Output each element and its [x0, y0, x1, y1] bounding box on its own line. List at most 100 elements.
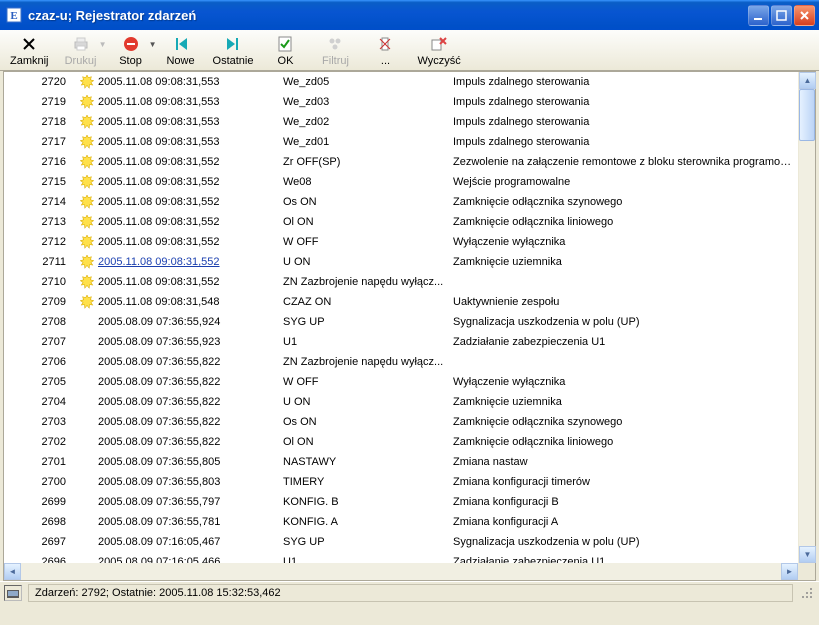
table-row[interactable]: 27112005.11.08 09:08:31,552U ONZamknięci… [4, 252, 798, 272]
table-row[interactable]: 27202005.11.08 09:08:31,553We_zd05Impuls… [4, 72, 798, 92]
table-row[interactable]: 27172005.11.08 09:08:31,553We_zd01Impuls… [4, 132, 798, 152]
new-event-star-icon [78, 474, 96, 490]
table-row[interactable]: 26982005.08.09 07:36:55,781KONFIG. AZmia… [4, 512, 798, 532]
cell-nr: 2717 [4, 136, 74, 148]
cell-comment: Uaktywnienie zespołu [449, 296, 798, 308]
cell-nr: 2705 [4, 376, 74, 388]
scrollbar-corner [798, 563, 815, 580]
table-row[interactable]: 27072005.08.09 07:36:55,923U1Zadziałanie… [4, 332, 798, 352]
cell-comment: Zamknięcie uziemnika [449, 256, 798, 268]
cell-comment: Zamknięcie odłącznika szynowego [449, 196, 798, 208]
filter-icon [325, 34, 345, 54]
cell-name: We_zd01 [279, 136, 449, 148]
table-row[interactable]: 27122005.11.08 09:08:31,552W OFFWyłączen… [4, 232, 798, 252]
cell-date: 2005.08.09 07:36:55,822 [74, 394, 279, 410]
cell-comment: Impuls zdalnego sterowania [449, 76, 798, 88]
cell-date: 2005.11.08 09:08:31,552 [74, 154, 279, 170]
toolbar-new[interactable]: Nowe [157, 32, 205, 69]
cell-date: 2005.11.08 09:08:31,553 [74, 74, 279, 90]
cell-date: 2005.08.09 07:36:55,924 [74, 314, 279, 330]
table-row[interactable]: 27062005.08.09 07:36:55,822ZN Zazbrojeni… [4, 352, 798, 372]
cell-name: SYG UP [279, 536, 449, 548]
table-row[interactable]: 27082005.08.09 07:36:55,924SYG UPSygnali… [4, 312, 798, 332]
maximize-button[interactable] [771, 5, 792, 26]
cell-date: 2005.11.08 09:08:31,548 [74, 294, 279, 310]
cell-date: 2005.11.08 09:08:31,553 [74, 134, 279, 150]
first-arrow-icon [171, 34, 191, 54]
scroll-left-arrow-icon[interactable]: ◄ [4, 563, 21, 580]
close-button[interactable] [794, 5, 815, 26]
cell-date: 2005.11.08 09:08:31,552 [74, 234, 279, 250]
new-event-star-icon [78, 74, 96, 90]
cell-date: 2005.11.08 09:08:31,552 [74, 194, 279, 210]
cell-nr: 2701 [4, 456, 74, 468]
table-row[interactable]: 26992005.08.09 07:36:55,797KONFIG. BZmia… [4, 492, 798, 512]
scroll-down-arrow-icon[interactable]: ▼ [799, 546, 816, 563]
table-row[interactable]: 27182005.11.08 09:08:31,553We_zd02Impuls… [4, 112, 798, 132]
new-event-star-icon [78, 334, 96, 350]
cell-comment: Zamknięcie odłącznika liniowego [449, 216, 798, 228]
table-row[interactable]: 27192005.11.08 09:08:31,553We_zd03Impuls… [4, 92, 798, 112]
grid-body[interactable]: 27202005.11.08 09:08:31,553We_zd05Impuls… [4, 72, 798, 563]
cell-name: W OFF [279, 236, 449, 248]
toolbar-stop[interactable]: Stop ▼ [107, 32, 155, 69]
cell-name: TIMERY [279, 476, 449, 488]
printer-icon [71, 34, 91, 54]
cell-comment: Zamknięcie odłącznika szynowego [449, 416, 798, 428]
cell-nr: 2710 [4, 276, 74, 288]
toolbar-last[interactable]: Ostatnie [207, 32, 260, 69]
scroll-track[interactable] [799, 89, 815, 546]
new-event-star-icon [78, 234, 96, 250]
horizontal-scrollbar[interactable]: ◄ ► [4, 563, 798, 580]
toolbar-print[interactable]: Drukuj ▼ [57, 32, 105, 69]
table-row[interactable]: 27152005.11.08 09:08:31,552We08Wejście p… [4, 172, 798, 192]
table-row[interactable]: 27052005.08.09 07:36:55,822W OFFWyłączen… [4, 372, 798, 392]
window-title: czaz-u; Rejestrator zdarzeń [28, 8, 748, 23]
cell-nr: 2718 [4, 116, 74, 128]
cell-name: KONFIG. B [279, 496, 449, 508]
cell-name: Zr OFF(SP) [279, 156, 449, 168]
toolbar-ok[interactable]: OK [261, 32, 309, 69]
check-sheet-icon [275, 34, 295, 54]
table-row[interactable]: 26972005.08.09 07:16:05,467SYG UPSygnali… [4, 532, 798, 552]
toolbar-more[interactable]: ... [361, 32, 409, 69]
toolbar-clear[interactable]: Wyczyść [411, 32, 466, 69]
cell-comment: Wyłączenie wyłącznika [449, 376, 798, 388]
cell-name: U ON [279, 396, 449, 408]
table-row[interactable]: 27022005.08.09 07:36:55,822Ol ONZamknięc… [4, 432, 798, 452]
cell-nr: 2697 [4, 536, 74, 548]
vertical-scrollbar[interactable]: ▲ ▼ [798, 72, 815, 563]
toolbar-close[interactable]: Zamknij [4, 32, 55, 69]
cell-name: SYG UP [279, 316, 449, 328]
table-row[interactable]: 27162005.11.08 09:08:31,552Zr OFF(SP)Zez… [4, 152, 798, 172]
table-row[interactable]: 27102005.11.08 09:08:31,552ZN Zazbrojeni… [4, 272, 798, 292]
cell-name: Os ON [279, 416, 449, 428]
scroll-right-arrow-icon[interactable]: ► [781, 563, 798, 580]
cell-date: 2005.11.08 09:08:31,552 [74, 274, 279, 290]
cell-comment: Zamknięcie uziemnika [449, 396, 798, 408]
table-row[interactable]: 27002005.08.09 07:36:55,803TIMERYZmiana … [4, 472, 798, 492]
cell-comment: Impuls zdalnego sterowania [449, 116, 798, 128]
table-row[interactable]: 27132005.11.08 09:08:31,552Ol ONZamknięc… [4, 212, 798, 232]
close-x-icon [19, 34, 39, 54]
table-row[interactable]: 26962005.08.09 07:16:05,466U1Zadziałanie… [4, 552, 798, 563]
new-event-star-icon [78, 374, 96, 390]
cell-nr: 2706 [4, 356, 74, 368]
titlebar: E czaz-u; Rejestrator zdarzeń [0, 0, 819, 30]
toolbar-filter[interactable]: Filtruj [311, 32, 359, 69]
table-row[interactable]: 27032005.08.09 07:36:55,822Os ONZamknięc… [4, 412, 798, 432]
cell-name: Ol ON [279, 436, 449, 448]
cell-comment: Sygnalizacja uszkodzenia w polu (UP) [449, 536, 798, 548]
new-event-star-icon [78, 514, 96, 530]
cell-nr: 2712 [4, 236, 74, 248]
table-row[interactable]: 27142005.11.08 09:08:31,552Os ONZamknięc… [4, 192, 798, 212]
scroll-thumb[interactable] [799, 89, 815, 141]
minimize-button[interactable] [748, 5, 769, 26]
resize-grip-icon[interactable] [799, 585, 815, 601]
scroll-up-arrow-icon[interactable]: ▲ [799, 72, 816, 89]
table-row[interactable]: 27042005.08.09 07:36:55,822U ONZamknięci… [4, 392, 798, 412]
cell-nr: 2699 [4, 496, 74, 508]
table-row[interactable]: 27092005.11.08 09:08:31,548CZAZ ONUaktyw… [4, 292, 798, 312]
table-row[interactable]: 27012005.08.09 07:36:55,805NASTAWYZmiana… [4, 452, 798, 472]
cell-name: U1 [279, 556, 449, 563]
